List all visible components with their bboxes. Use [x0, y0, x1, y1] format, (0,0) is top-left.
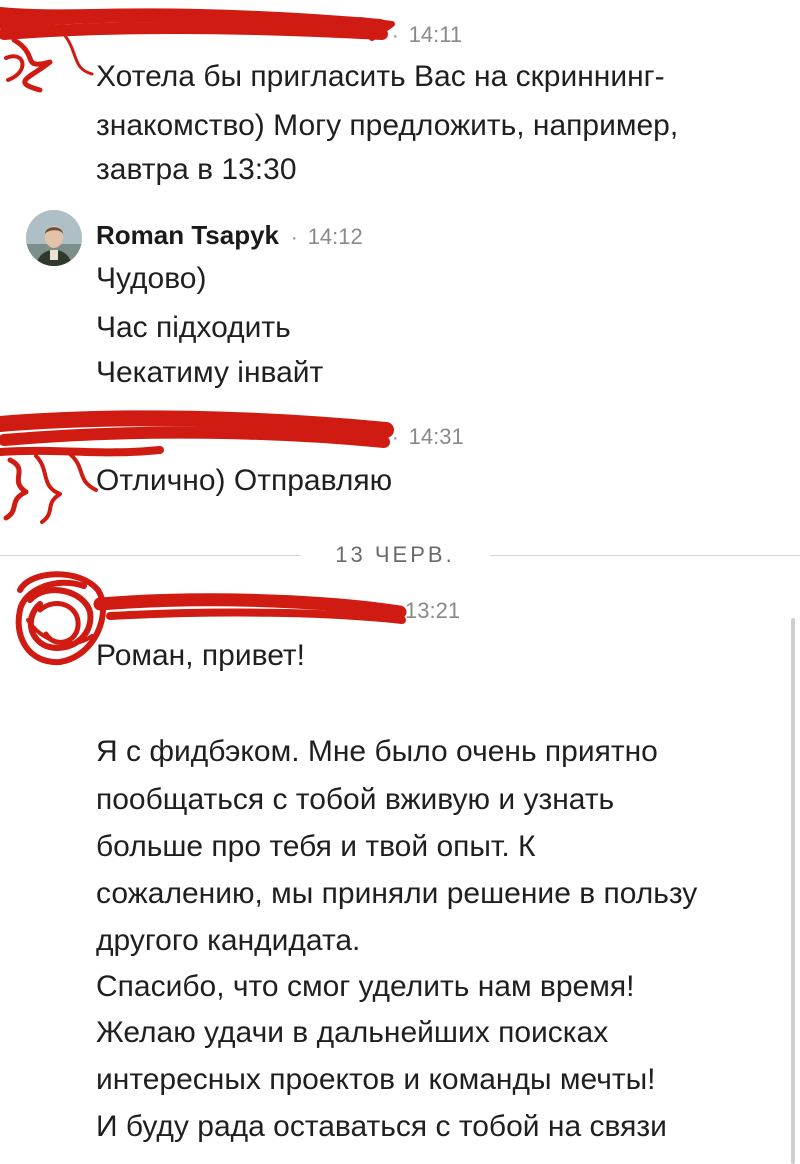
message-text-line: пообщаться с тобой вживую и узнать	[96, 783, 615, 816]
message-text-line: Я с фидбэком. Мне было очень приятно	[96, 735, 658, 768]
message-time: 14:12	[307, 224, 363, 249]
date-divider-label: 13 ЧЕРВ.	[335, 542, 455, 567]
message-text-line: завтра в 13:30	[96, 153, 297, 186]
avatar[interactable]	[26, 210, 82, 266]
message-text-line: знакомство) Могу предложить, например,	[96, 109, 679, 142]
message-text-line: сожалению, мы приняли решение в пользу	[96, 877, 698, 910]
message-text-line: Час підходить	[96, 311, 291, 344]
message-text-line: Хотела бы пригласить Вас на скриннинг-	[96, 60, 665, 93]
message-header: · 14:31	[380, 424, 464, 450]
message-text-line: Желаю удачи в дальнейших поисках	[96, 1016, 609, 1049]
message-text-line: Чекатиму інвайт	[96, 356, 324, 389]
separator-dot: ·	[291, 227, 298, 249]
message-time: 13:21	[405, 598, 461, 623]
message-text-line: Роман, привет!	[96, 639, 305, 672]
message-text-line: Отлично) Отправляю	[96, 464, 393, 497]
separator-dot: ·	[392, 427, 399, 449]
message-header: Roman Tsapyk · 14:12	[96, 220, 363, 251]
date-divider-line-right	[490, 555, 800, 556]
message-text-line: другого кандидата.	[96, 924, 361, 957]
message-header: 13:21	[405, 598, 460, 624]
scrollbar[interactable]	[791, 618, 795, 1164]
message-time: 14:31	[408, 424, 464, 449]
message-text-line: Чудово)	[96, 262, 207, 295]
separator-dot: ·	[392, 25, 399, 47]
date-divider-line-left	[0, 555, 300, 556]
sender-name[interactable]: Roman Tsapyk	[96, 220, 279, 251]
message-text-line: интересных проектов и команды мечты!	[96, 1063, 656, 1096]
message-text-line: Спасибо, что смог уделить нам время!	[96, 970, 635, 1003]
avatar-photo-icon	[26, 210, 82, 266]
message-text-line: И буду рада оставаться с тобой на связи	[96, 1110, 667, 1143]
message-time: 14:11	[408, 22, 463, 47]
message-text-line: больше про тебя и твой опыт. К	[96, 830, 536, 863]
message-header: · 14:11	[380, 22, 462, 48]
